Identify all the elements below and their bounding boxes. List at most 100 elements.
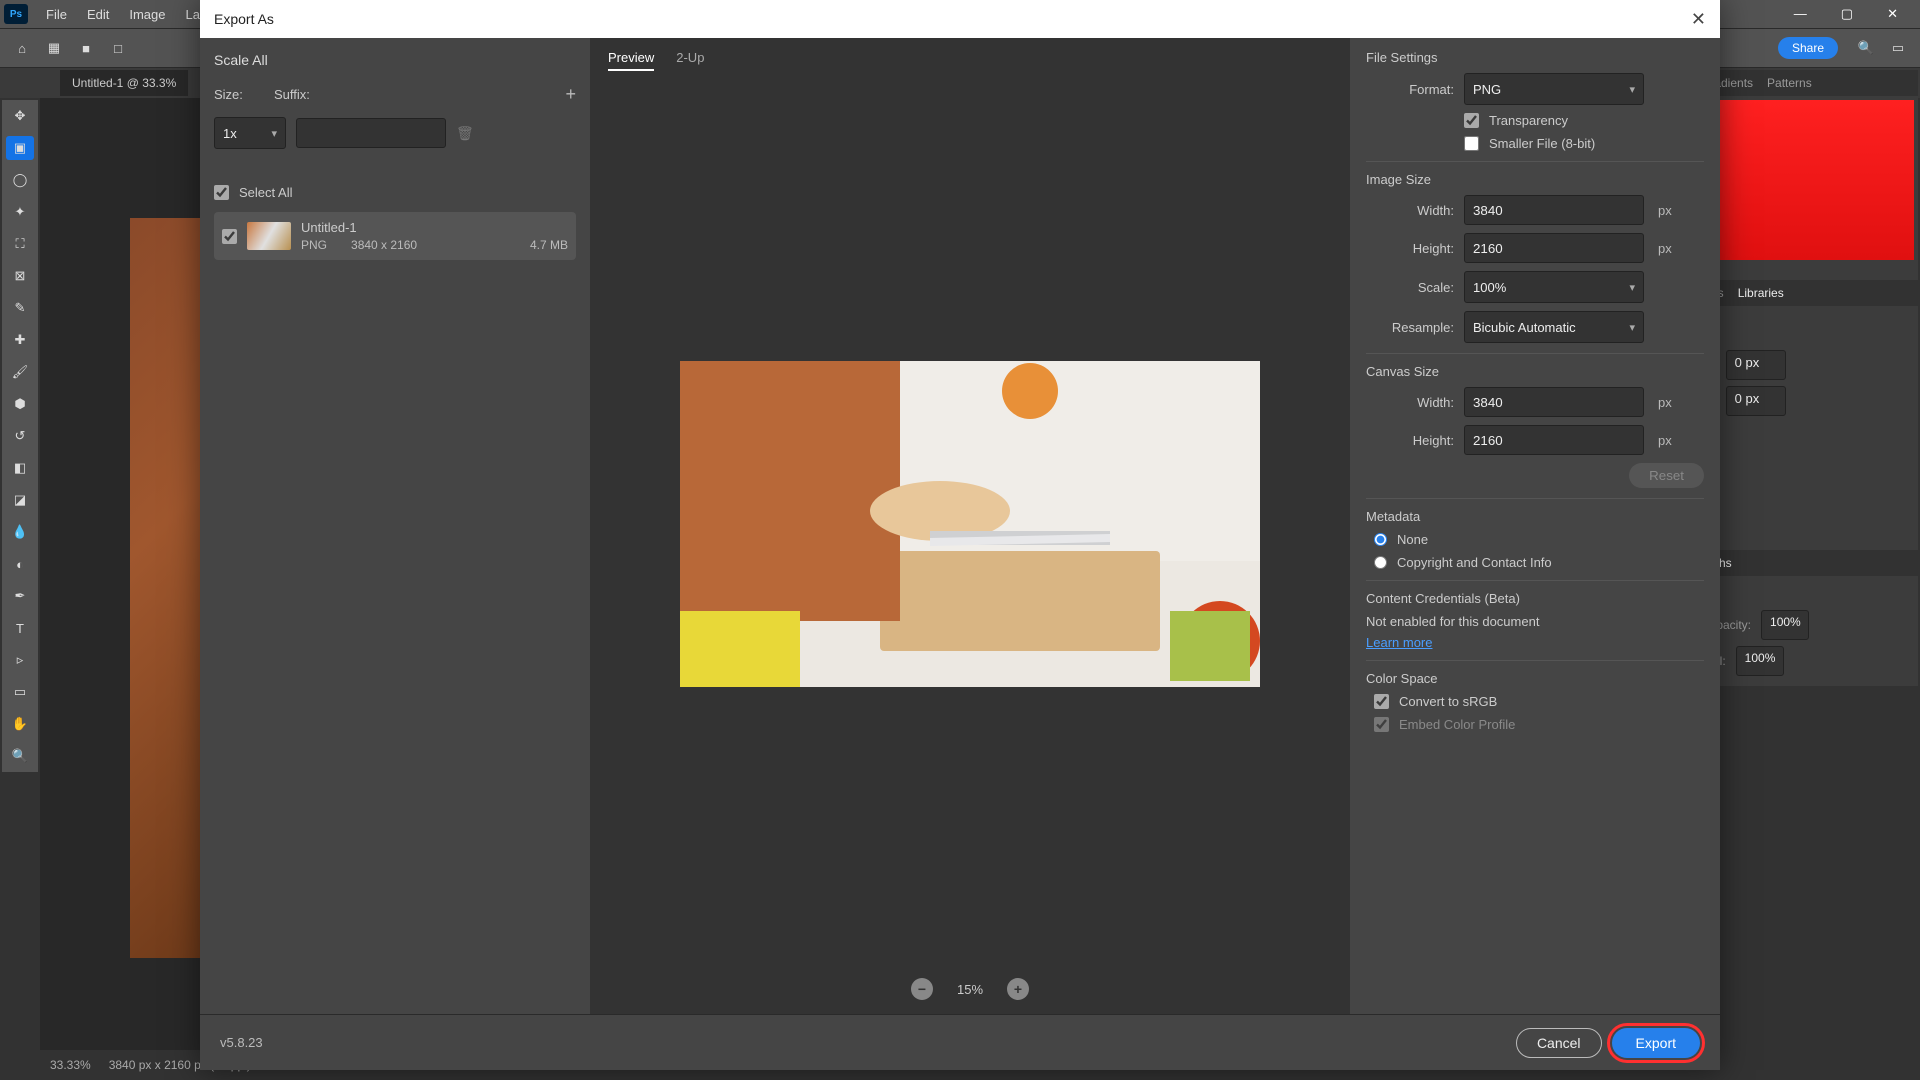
- srgb-checkbox[interactable]: [1374, 694, 1389, 709]
- frame-tool-icon[interactable]: ⊠: [6, 264, 34, 288]
- stamp-tool-icon[interactable]: ⬢: [6, 392, 34, 416]
- metadata-cc-label: Copyright and Contact Info: [1397, 555, 1552, 570]
- hand-tool-icon[interactable]: ✋: [6, 712, 34, 736]
- zoom-in-icon[interactable]: +: [1007, 978, 1029, 1000]
- asset-thumbnail: [247, 222, 291, 250]
- preview-area[interactable]: [590, 83, 1350, 964]
- asset-checkbox[interactable]: [222, 229, 237, 244]
- canvas-height-label: Height:: [1366, 433, 1454, 448]
- minimize-icon[interactable]: —: [1784, 2, 1817, 26]
- export-button[interactable]: Export: [1612, 1028, 1700, 1058]
- type-tool-icon[interactable]: T: [6, 616, 34, 640]
- transparency-checkbox[interactable]: [1464, 113, 1479, 128]
- eyedropper-tool-icon[interactable]: ✎: [6, 296, 34, 320]
- image-size-heading: Image Size: [1366, 161, 1704, 187]
- color-picker[interactable]: [1697, 100, 1914, 260]
- delete-scale-icon[interactable]: 🗑: [456, 125, 474, 142]
- metadata-none-radio[interactable]: [1374, 533, 1387, 546]
- tab-patterns[interactable]: Patterns: [1767, 76, 1812, 90]
- srgb-label: Convert to sRGB: [1399, 694, 1497, 709]
- reset-button[interactable]: Reset: [1629, 463, 1704, 488]
- width-input[interactable]: [1464, 195, 1644, 225]
- home-icon[interactable]: ⌂: [10, 36, 34, 60]
- blur-tool-icon[interactable]: 💧: [6, 520, 34, 544]
- right-panels: Gradients Patterns ents Libraries X0 px …: [1693, 70, 1918, 686]
- lasso-tool-icon[interactable]: ◯: [6, 168, 34, 192]
- color-space-heading: Color Space: [1366, 660, 1704, 686]
- assets-column: Scale All Size: Suffix: + 1x▾ 🗑 Select A…: [200, 38, 590, 1014]
- asset-dims: 3840 x 2160: [351, 238, 417, 252]
- settings-column: File Settings Format: PNG▾ Transparency …: [1350, 38, 1720, 1014]
- mode-fill-icon[interactable]: ■: [74, 36, 98, 60]
- dialog-close-icon[interactable]: ✕: [1691, 9, 1706, 30]
- shape-tool-icon[interactable]: ▭: [6, 680, 34, 704]
- menu-file[interactable]: File: [36, 3, 77, 26]
- scale-all-heading: Scale All: [214, 52, 576, 68]
- select-all-label: Select All: [239, 185, 292, 200]
- tab-preview[interactable]: Preview: [608, 50, 654, 71]
- mode-outline-icon[interactable]: □: [106, 36, 130, 60]
- tab-libraries[interactable]: Libraries: [1738, 286, 1784, 300]
- opacity-input[interactable]: 100%: [1761, 610, 1809, 640]
- embed-profile-label: Embed Color Profile: [1399, 717, 1515, 732]
- share-button[interactable]: Share: [1778, 37, 1838, 59]
- asset-name: Untitled-1: [301, 220, 568, 235]
- marquee-icon[interactable]: ▦: [42, 36, 66, 60]
- learn-more-link[interactable]: Learn more: [1366, 635, 1704, 650]
- fill-input[interactable]: 100%: [1736, 646, 1784, 676]
- metadata-cc-radio[interactable]: [1374, 556, 1387, 569]
- cancel-button[interactable]: Cancel: [1516, 1028, 1602, 1058]
- dialog-footer: v5.8.23 Cancel Export: [200, 1014, 1720, 1070]
- content-credentials-msg: Not enabled for this document: [1366, 614, 1704, 629]
- size-select[interactable]: 1x▾: [214, 117, 286, 149]
- canvas-width-input[interactable]: [1464, 387, 1644, 417]
- preview-image: [680, 361, 1260, 687]
- smaller-file-checkbox[interactable]: [1464, 136, 1479, 151]
- height-input[interactable]: [1464, 233, 1644, 263]
- suffix-input[interactable]: [296, 118, 446, 148]
- resample-select[interactable]: Bicubic Automatic▾: [1464, 311, 1644, 343]
- path-tool-icon[interactable]: ▹: [6, 648, 34, 672]
- menu-edit[interactable]: Edit: [77, 3, 119, 26]
- chevron-down-icon: ▾: [1629, 281, 1635, 294]
- scale-select[interactable]: 100%▾: [1464, 271, 1644, 303]
- maximize-icon[interactable]: ▢: [1831, 2, 1863, 26]
- crop-tool-icon[interactable]: ⛶: [6, 232, 34, 256]
- search-icon[interactable]: 🔍: [1854, 36, 1878, 60]
- marquee-tool-icon[interactable]: ▣: [6, 136, 34, 160]
- add-scale-icon[interactable]: +: [565, 84, 576, 105]
- px-unit: px: [1658, 203, 1672, 218]
- format-label: Format:: [1366, 82, 1454, 97]
- canvas-size-heading: Canvas Size: [1366, 353, 1704, 379]
- eraser-tool-icon[interactable]: ◧: [6, 456, 34, 480]
- history-brush-icon[interactable]: ↺: [6, 424, 34, 448]
- heal-tool-icon[interactable]: ✚: [6, 328, 34, 352]
- asset-row[interactable]: Untitled-1 PNG 3840 x 2160 4.7 MB: [214, 212, 576, 260]
- x-input[interactable]: 0 px: [1726, 350, 1786, 380]
- select-all-checkbox[interactable]: [214, 185, 229, 200]
- file-settings-heading: File Settings: [1366, 50, 1704, 65]
- canvas-height-input[interactable]: [1464, 425, 1644, 455]
- format-select[interactable]: PNG▾: [1464, 73, 1644, 105]
- metadata-none-label: None: [1397, 532, 1428, 547]
- brush-tool-icon[interactable]: 🖌: [6, 360, 34, 384]
- zoom-tool-icon[interactable]: 🔍: [6, 744, 34, 768]
- close-icon[interactable]: ✕: [1877, 2, 1908, 26]
- gradient-tool-icon[interactable]: ◪: [6, 488, 34, 512]
- transparency-label: Transparency: [1489, 113, 1568, 128]
- move-tool-icon[interactable]: ✥: [6, 104, 34, 128]
- document-tab[interactable]: Untitled-1 @ 33.3%: [60, 70, 188, 96]
- asset-size: 4.7 MB: [530, 238, 568, 252]
- pen-tool-icon[interactable]: ✒: [6, 584, 34, 608]
- content-credentials-heading: Content Credentials (Beta): [1366, 580, 1704, 606]
- tab-2up[interactable]: 2-Up: [676, 50, 704, 71]
- menu-image[interactable]: Image: [119, 3, 175, 26]
- resample-label: Resample:: [1366, 320, 1454, 335]
- zoom-out-icon[interactable]: −: [911, 978, 933, 1000]
- workspace-icon[interactable]: ▭: [1886, 36, 1910, 60]
- preview-column: Preview 2-Up: [590, 38, 1350, 1014]
- wand-tool-icon[interactable]: ✦: [6, 200, 34, 224]
- embed-profile-checkbox[interactable]: [1374, 717, 1389, 732]
- y-input[interactable]: 0 px: [1726, 386, 1786, 416]
- dodge-tool-icon[interactable]: ◐: [6, 552, 34, 576]
